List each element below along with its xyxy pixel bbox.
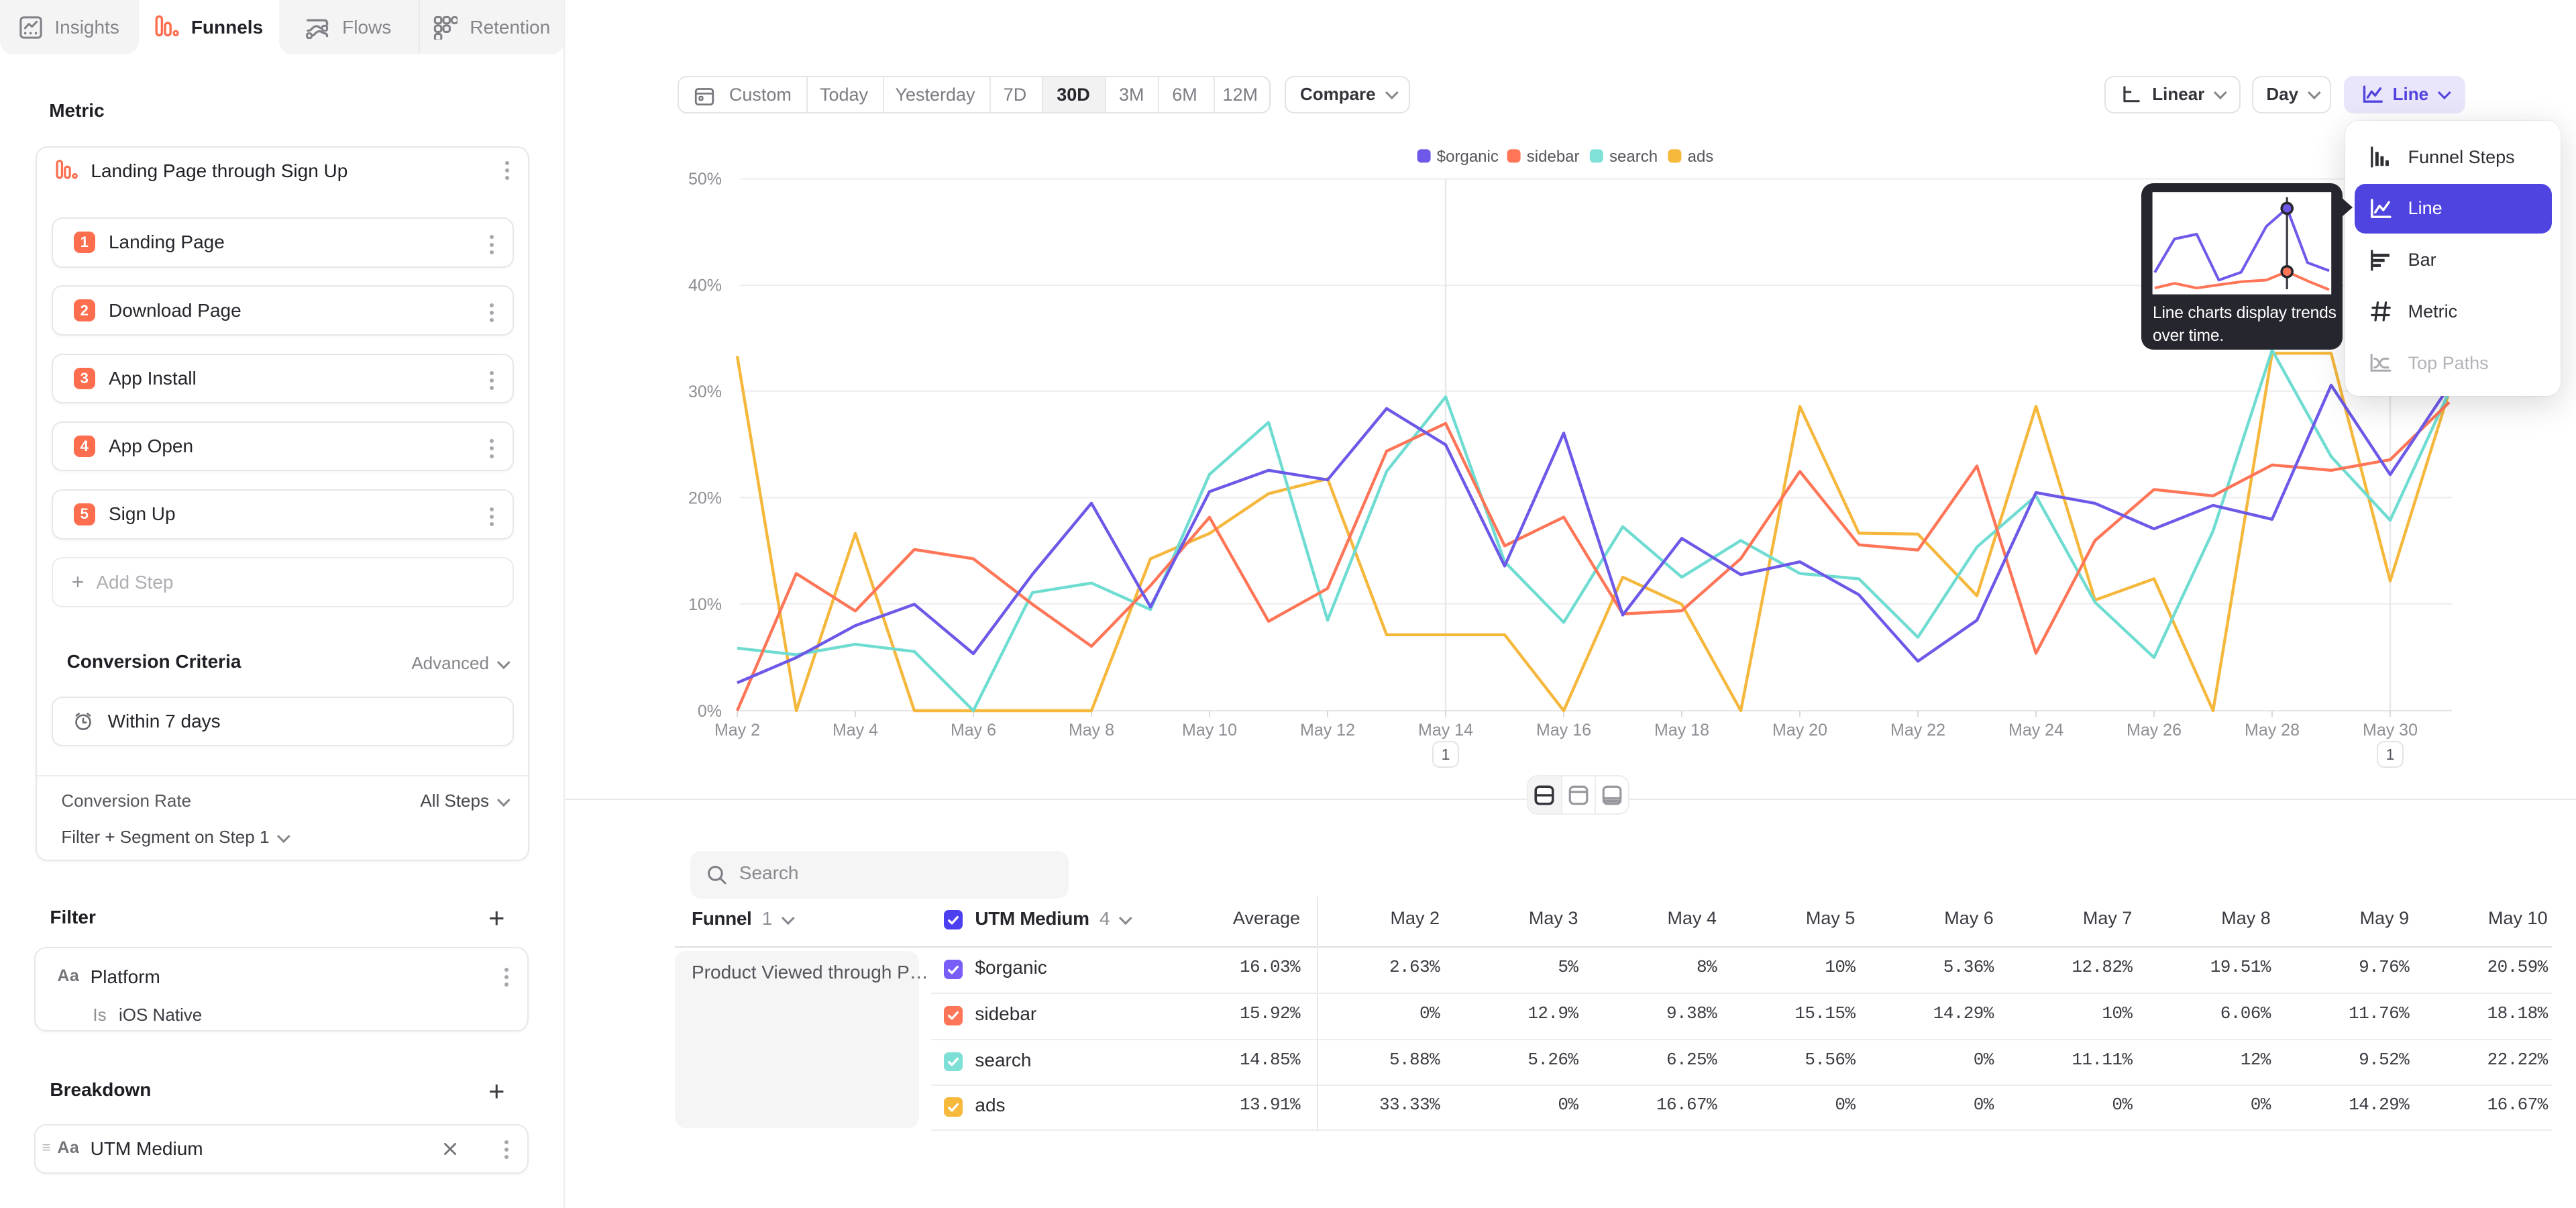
svg-text:May 14: May 14	[1418, 721, 1473, 740]
svg-text:ads: ads	[1688, 148, 1714, 166]
svg-text:May 4: May 4	[833, 721, 878, 740]
svg-text:May 6: May 6	[951, 721, 996, 740]
svg-text:May 30: May 30	[2363, 721, 2418, 740]
svg-text:30%: 30%	[688, 383, 722, 401]
svg-text:May 16: May 16	[1536, 721, 1591, 740]
svg-text:50%: 50%	[688, 170, 722, 189]
svg-text:May 28: May 28	[2245, 721, 2300, 740]
svg-text:May 12: May 12	[1300, 721, 1355, 740]
svg-text:20%: 20%	[688, 489, 722, 508]
svg-text:$organic: $organic	[1437, 148, 1499, 166]
svg-text:May 8: May 8	[1069, 721, 1114, 740]
svg-text:sidebar: sidebar	[1527, 148, 1580, 166]
svg-text:0%: 0%	[698, 702, 722, 721]
svg-text:search: search	[1609, 148, 1658, 166]
svg-text:May 20: May 20	[1772, 721, 1827, 740]
svg-text:1: 1	[1442, 746, 1450, 763]
svg-text:May 2: May 2	[714, 721, 760, 740]
svg-text:May 26: May 26	[2127, 721, 2182, 740]
svg-text:May 10: May 10	[1182, 721, 1237, 740]
svg-text:1: 1	[2386, 746, 2395, 763]
svg-text:May 24: May 24	[2008, 721, 2063, 740]
svg-text:40%: 40%	[688, 276, 722, 295]
svg-text:May 18: May 18	[1654, 721, 1709, 740]
svg-text:May 22: May 22	[1890, 721, 1945, 740]
svg-text:10%: 10%	[688, 595, 722, 614]
